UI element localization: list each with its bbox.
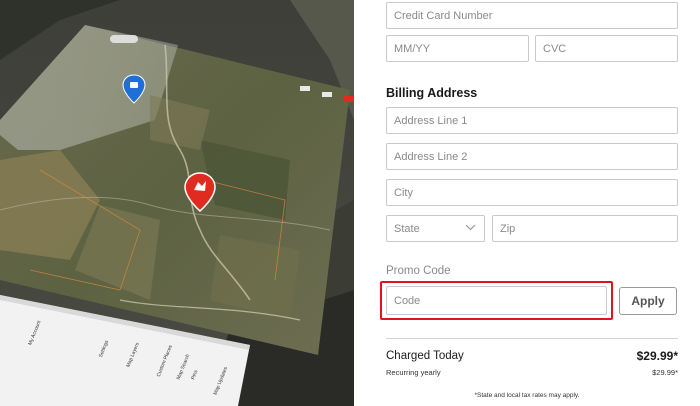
expiry-placeholder: MM/YY [394, 42, 431, 55]
address-line-1-input[interactable]: Address Line 1 [386, 107, 678, 134]
expiry-input[interactable]: MM/YY [386, 35, 529, 62]
menu-item-map-search: Map Search [175, 353, 192, 381]
card-number-input[interactable]: Credit Card Number [386, 2, 678, 29]
menu-item-map-updates: Map Updates [212, 366, 230, 396]
zip-placeholder: Zip [500, 222, 516, 235]
city-input[interactable]: City [386, 179, 678, 206]
recurring-amount: $29.99* [652, 368, 678, 377]
tax-note: *State and local tax rates may apply. [474, 392, 580, 399]
state-select[interactable]: State [386, 215, 485, 242]
map-promo-image: My Account Settings Map Layers Custom Pl… [0, 0, 354, 406]
promo-code-input[interactable]: Code [386, 286, 607, 315]
apply-button[interactable]: Apply [619, 287, 677, 315]
menu-item-custom-places: Custom Places [155, 344, 174, 378]
chevron-down-icon [465, 224, 476, 231]
card-number-placeholder: Credit Card Number [394, 9, 493, 22]
promo-code-label: Promo Code [386, 265, 451, 277]
city-placeholder: City [394, 186, 413, 199]
checkout-form: Credit Card Number MM/YY CVC Billing Add… [354, 0, 700, 406]
menu-item-my-account: My Account [27, 319, 43, 347]
recurring-label: Recurring yearly [386, 368, 441, 377]
state-placeholder: State [394, 222, 420, 235]
address-line-1-placeholder: Address Line 1 [394, 114, 468, 127]
menu-item-settings: Settings [97, 339, 111, 359]
zip-input[interactable]: Zip [492, 215, 678, 242]
summary-divider [386, 338, 678, 339]
address-line-2-input[interactable]: Address Line 2 [386, 143, 678, 170]
cvc-placeholder: CVC [543, 42, 567, 55]
promo-code-placeholder: Code [394, 294, 421, 307]
charged-today-label: Charged Today [386, 350, 464, 362]
charged-today-amount: $29.99* [636, 349, 678, 363]
menu-item-map-layers: Map Layers [125, 341, 141, 369]
cvc-input[interactable]: CVC [535, 35, 678, 62]
billing-address-title: Billing Address [386, 86, 478, 100]
address-line-2-placeholder: Address Line 2 [394, 150, 468, 163]
menu-item-pins: Pins [190, 369, 200, 381]
